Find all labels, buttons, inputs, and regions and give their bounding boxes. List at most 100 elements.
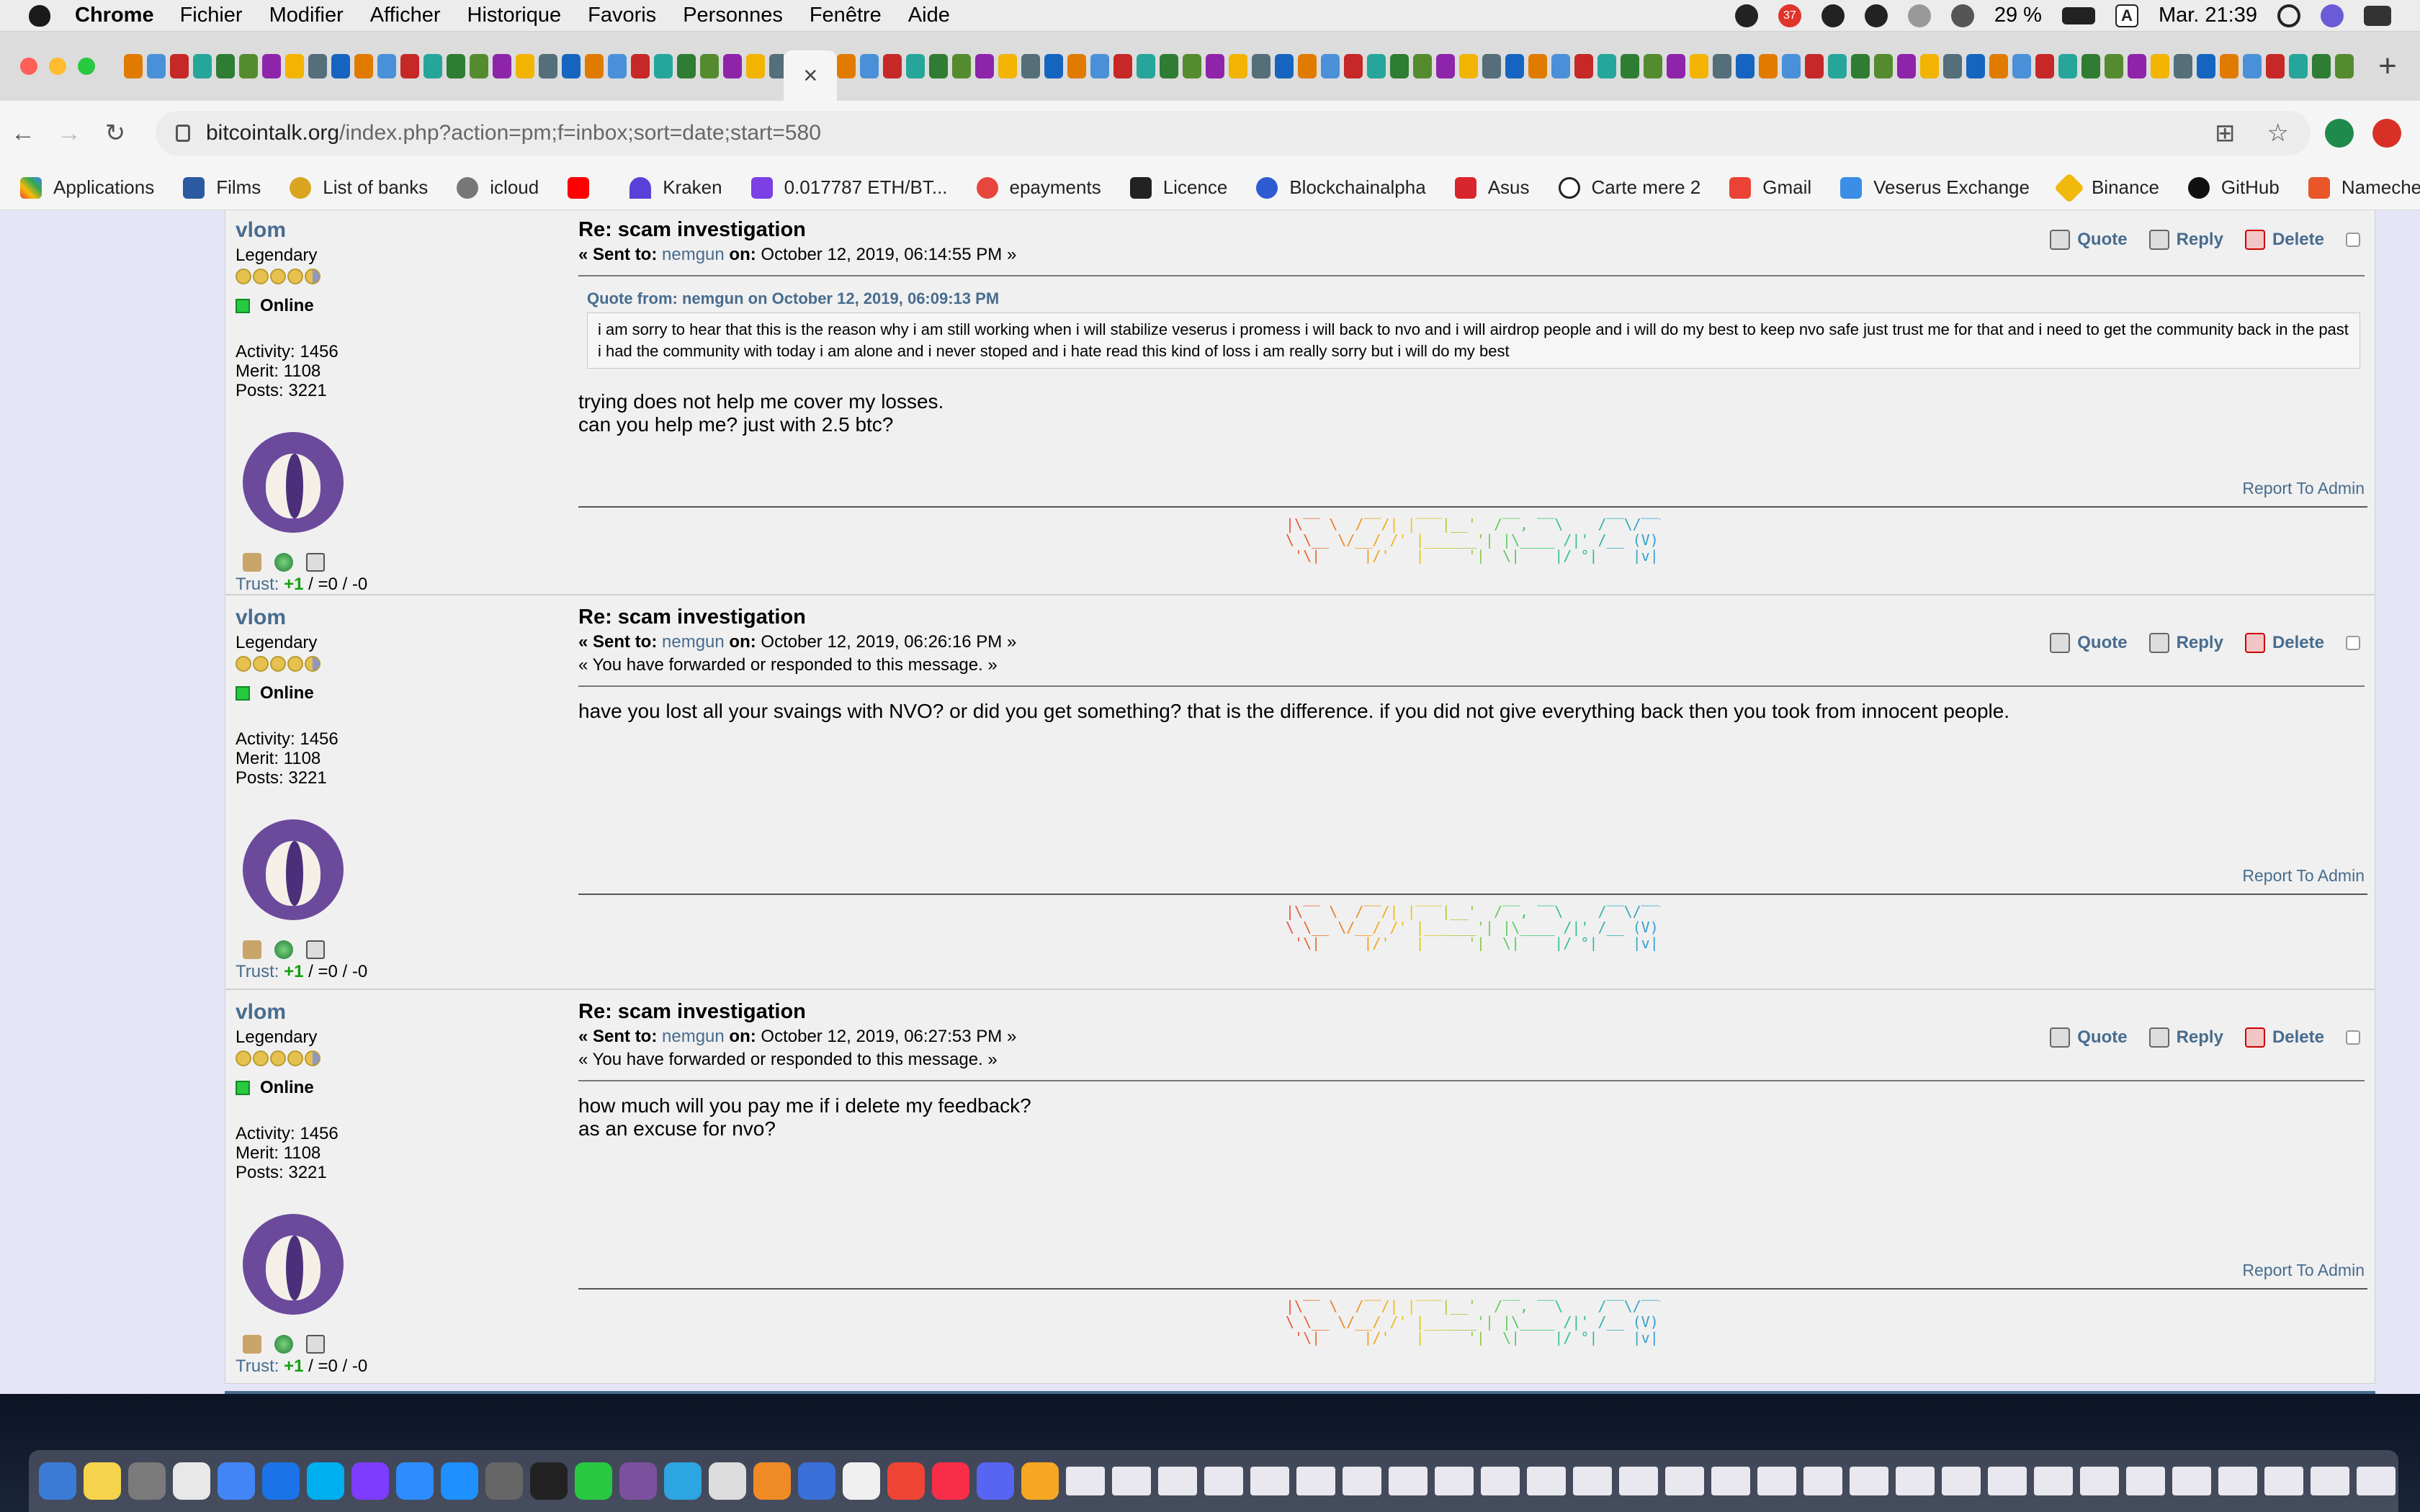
tab-favicon-icon[interactable]: [1505, 54, 1525, 78]
dock-app-icon[interactable]: [709, 1462, 746, 1500]
tab-favicon-icon[interactable]: [1113, 54, 1133, 78]
tab-favicon-icon[interactable]: [2151, 54, 2170, 78]
dock-app-icon[interactable]: [84, 1462, 121, 1500]
menu-favoris[interactable]: Favoris: [588, 4, 656, 27]
recipient-link[interactable]: nemgun: [662, 245, 725, 264]
tab-favicon-icon[interactable]: [1551, 54, 1571, 78]
pinned-tab-favicons[interactable]: [124, 45, 784, 88]
dock-app-icon[interactable]: [218, 1462, 255, 1500]
tab-favicon-icon[interactable]: [608, 54, 627, 78]
tab-favicon-icon[interactable]: [400, 54, 419, 78]
profile-icon[interactable]: [243, 940, 261, 959]
bookmark-star-icon[interactable]: ☆: [2267, 119, 2289, 148]
tab-favicon-icon[interactable]: [1851, 54, 1870, 78]
tab-favicon-icon[interactable]: [262, 54, 281, 78]
notification-badge-icon[interactable]: 37: [1778, 4, 1801, 27]
tab-favicon-icon[interactable]: [1713, 54, 1732, 78]
tab-favicon-icon[interactable]: [2174, 54, 2193, 78]
tab-favicon-icon[interactable]: [700, 54, 719, 78]
tab-favicon-icon[interactable]: [493, 54, 511, 78]
dock-window-thumbnail[interactable]: [2080, 1467, 2119, 1495]
chat-icon[interactable]: [1821, 4, 1845, 27]
quote-button[interactable]: Quote: [2050, 230, 2128, 250]
tab-favicon-icon[interactable]: [860, 54, 879, 78]
message-icon[interactable]: [306, 940, 325, 959]
dock-window-thumbnail[interactable]: [1942, 1467, 1981, 1495]
battery-icon[interactable]: [2061, 6, 2095, 24]
tab-favicon-icon[interactable]: [677, 54, 696, 78]
tab-favicon-icon[interactable]: [285, 54, 304, 78]
tab-favicon-icon[interactable]: [1090, 54, 1110, 78]
tab-favicon-icon[interactable]: [1736, 54, 1755, 78]
tab-favicon-icon[interactable]: [1229, 54, 1248, 78]
tab-favicon-icon[interactable]: [1413, 54, 1433, 78]
url-bar[interactable]: bitcointalk.org /index.php?action=pm;f=i…: [156, 111, 2311, 156]
tab-favicon-icon[interactable]: [331, 54, 350, 78]
wifi-icon[interactable]: [1950, 4, 1974, 27]
tab-favicon-icon[interactable]: [1044, 54, 1064, 78]
delete-button[interactable]: Delete: [2244, 1027, 2324, 1048]
poster-name[interactable]: vlom: [236, 606, 567, 630]
dock-app-icon[interactable]: [887, 1462, 925, 1500]
dock-app-icon[interactable]: [396, 1462, 434, 1500]
dock-window-thumbnail[interactable]: [1250, 1467, 1289, 1495]
dock-window-thumbnail[interactable]: [1665, 1467, 1704, 1495]
recipient-link[interactable]: nemgun: [662, 632, 725, 652]
dock-app-icon[interactable]: [843, 1462, 880, 1500]
bookmark-github[interactable]: GitHub: [2187, 176, 2280, 199]
tab-favicon-icon[interactable]: [2012, 54, 2032, 78]
tab-favicon-icon[interactable]: [1252, 54, 1271, 78]
tab-favicon-icon[interactable]: [2058, 54, 2078, 78]
tab-favicon-icon[interactable]: [1690, 54, 1709, 78]
dock-window-thumbnail[interactable]: [1066, 1467, 1105, 1495]
tab-favicon-icon[interactable]: [424, 54, 442, 78]
tab-favicon-icon[interactable]: [2335, 54, 2354, 78]
tab-favicon-icon[interactable]: [2105, 54, 2124, 78]
apple-icon[interactable]: [29, 4, 50, 27]
tab-favicon-icon[interactable]: [2289, 54, 2308, 78]
dock-window-thumbnail[interactable]: [1988, 1467, 2027, 1495]
dock-app-icon[interactable]: [664, 1462, 702, 1500]
tab-favicon-icon[interactable]: [1367, 54, 1386, 78]
dock-window-thumbnail[interactable]: [1204, 1467, 1243, 1495]
bookmark-films[interactable]: Films: [183, 176, 261, 199]
tab-favicon-icon[interactable]: [1943, 54, 1963, 78]
lock-icon[interactable]: [176, 125, 190, 142]
tab-favicon-icon[interactable]: [516, 54, 534, 78]
dock-window-thumbnail[interactable]: [1343, 1467, 1381, 1495]
minimize-window-button[interactable]: [49, 58, 66, 75]
dock-window-thumbnail[interactable]: [1481, 1467, 1520, 1495]
bookmark-epayments[interactable]: epayments: [976, 176, 1101, 199]
tab-favicon-icon[interactable]: [952, 54, 972, 78]
delete-button[interactable]: Delete: [2244, 230, 2324, 250]
reply-button[interactable]: Reply: [2148, 1027, 2223, 1048]
tab-favicon-icon[interactable]: [1275, 54, 1294, 78]
tab-favicon-icon[interactable]: [1206, 54, 1225, 78]
dock-window-thumbnail[interactable]: [1573, 1467, 1612, 1495]
siri-icon[interactable]: [2321, 4, 2344, 27]
bookmark-kraken[interactable]: Kraken: [629, 176, 722, 199]
dock-window-thumbnail[interactable]: [2172, 1467, 2211, 1495]
dock-window-thumbnail[interactable]: [1803, 1467, 1842, 1495]
profile-icon[interactable]: [243, 553, 261, 572]
select-checkbox[interactable]: [2346, 636, 2360, 650]
dock-app-icon[interactable]: [1021, 1462, 1059, 1500]
tab-favicon-icon[interactable]: [193, 54, 212, 78]
bookmark-carte-mere-2[interactable]: Carte mere 2: [1558, 176, 1700, 199]
dock-app-icon[interactable]: [932, 1462, 969, 1500]
dock-window-thumbnail[interactable]: [1158, 1467, 1197, 1495]
bookmark-namecheap[interactable]: Namecheap: [2308, 176, 2420, 199]
tab-favicon-icon[interactable]: [1436, 54, 1456, 78]
dock-window-thumbnail[interactable]: [1112, 1467, 1151, 1495]
tab-favicon-icon[interactable]: [654, 54, 673, 78]
active-tab[interactable]: ×: [784, 50, 838, 101]
tab-favicon-icon[interactable]: [2128, 54, 2147, 78]
dock-window-thumbnail[interactable]: [1435, 1467, 1474, 1495]
bookmark-eth-btc[interactable]: 0.017787 ETH/BT...: [750, 176, 948, 199]
tab-favicon-icon[interactable]: [585, 54, 604, 78]
tab-favicon-icon[interactable]: [1482, 54, 1502, 78]
report-to-admin-link[interactable]: Report To Admin: [2242, 866, 2365, 886]
dock-app-icon[interactable]: [753, 1462, 791, 1500]
dock-window-thumbnail[interactable]: [2264, 1467, 2303, 1495]
bookmark-veserus-exchange[interactable]: Veserus Exchange: [1840, 176, 2030, 199]
